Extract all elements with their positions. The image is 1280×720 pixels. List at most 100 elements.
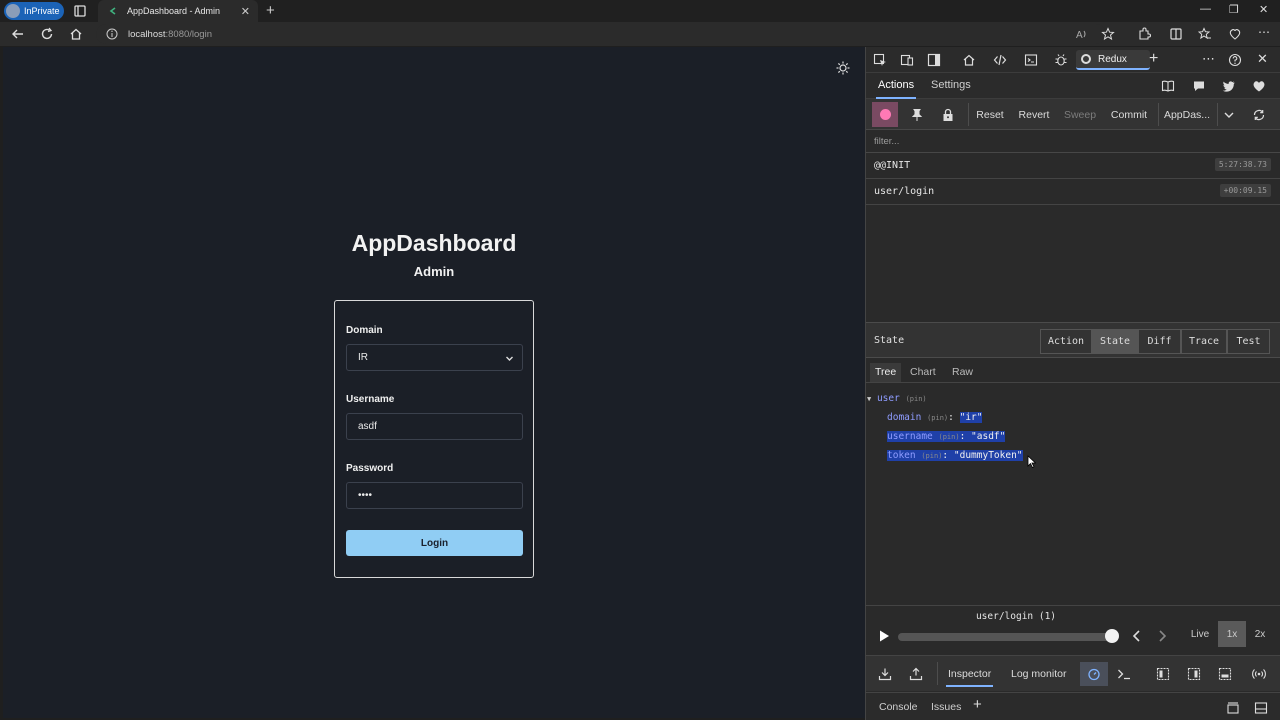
speed-2x-button[interactable]: 2x (1246, 621, 1274, 647)
devtools-drawer-tabs: Console Issues + (866, 692, 1280, 720)
tab-actions[interactable]: Actions (875, 79, 917, 99)
window-right-icon[interactable] (1187, 667, 1201, 681)
revert-button[interactable]: Revert (1014, 102, 1054, 127)
url-bar[interactable]: localhost:8080/login (96, 24, 1106, 44)
new-tab-button[interactable]: + (266, 3, 275, 19)
domain-select[interactable]: IR (346, 344, 523, 371)
pin-link[interactable]: (pin) (927, 414, 948, 422)
slider-toggle-button[interactable] (1080, 662, 1108, 686)
dock-side-icon[interactable] (927, 53, 941, 67)
add-drawer-tab-button[interactable]: + (973, 696, 982, 713)
window-bottom-icon[interactable] (1218, 667, 1232, 681)
redux-devtools-tab[interactable]: Redux (1076, 50, 1150, 70)
refresh-icon[interactable] (40, 27, 54, 41)
export-icon[interactable] (909, 667, 923, 681)
tab-tree[interactable]: Tree (870, 363, 902, 382)
welcome-home-icon[interactable] (962, 53, 976, 67)
persist-pin-icon[interactable] (910, 108, 924, 122)
pin-link[interactable]: (pin) (921, 452, 942, 460)
console-tool-icon[interactable] (1024, 53, 1038, 67)
home-icon[interactable] (69, 27, 83, 41)
password-field[interactable]: •••• (346, 482, 523, 509)
sync-refresh-icon[interactable] (1252, 108, 1266, 122)
inspect-element-icon[interactable] (873, 53, 887, 67)
step-forward-chevron-icon[interactable] (1156, 629, 1168, 643)
remote-broadcast-icon[interactable] (1252, 667, 1266, 681)
record-button[interactable] (872, 102, 898, 127)
close-devtools-icon[interactable]: ✕ (1257, 51, 1268, 67)
tree-node-user[interactable]: ▼ user (pin) (867, 393, 927, 404)
favorites-icon[interactable] (1198, 27, 1212, 41)
username-field[interactable]: asdf (346, 413, 523, 440)
theme-toggle-sun-icon[interactable] (836, 61, 850, 75)
tab-inspector[interactable]: Inspector (945, 668, 994, 687)
site-info-icon[interactable] (106, 28, 118, 40)
split-screen-icon[interactable] (1169, 27, 1183, 41)
mode-action-button[interactable]: Action (1040, 329, 1092, 354)
action-filter-input[interactable]: filter... (866, 131, 1280, 153)
expand-triangle-icon[interactable]: ▼ (867, 395, 871, 403)
lock-changes-icon[interactable] (941, 108, 955, 122)
browser-tab-active[interactable]: AppDashboard - Admin ✕ (98, 0, 258, 22)
feedback-chat-icon[interactable] (1192, 79, 1206, 93)
mode-diff-button[interactable]: Diff (1138, 329, 1181, 354)
slider-track[interactable] (898, 633, 1112, 641)
sweep-button[interactable]: Sweep (1060, 102, 1100, 127)
help-icon[interactable] (1228, 53, 1242, 67)
settings-more-icon[interactable]: ⋯ (1258, 25, 1270, 39)
reset-button[interactable]: Reset (972, 102, 1008, 127)
pin-link[interactable]: (pin) (906, 395, 927, 403)
instance-selector[interactable]: AppDas... (1162, 102, 1212, 127)
play-icon[interactable] (877, 629, 891, 643)
sponsor-heart-icon[interactable] (1252, 79, 1266, 93)
dispatcher-terminal-icon[interactable] (1117, 667, 1131, 681)
mode-test-button[interactable]: Test (1227, 329, 1270, 354)
sources-bug-icon[interactable] (1054, 53, 1068, 67)
tab-actions-icon[interactable] (73, 4, 87, 18)
browser-essentials-icon[interactable] (1228, 27, 1242, 41)
tab-settings[interactable]: Settings (931, 79, 971, 91)
favorite-star-icon[interactable] (1101, 27, 1115, 41)
close-window-button[interactable]: ✕ (1259, 3, 1268, 16)
action-list-item[interactable]: user/login +00:09.15 (866, 179, 1280, 205)
tab-close-icon[interactable]: ✕ (241, 5, 250, 18)
speed-1x-button[interactable]: 1x (1218, 621, 1246, 647)
step-back-chevron-icon[interactable] (1131, 629, 1143, 643)
login-button[interactable]: Login (346, 530, 523, 556)
pin-link[interactable]: (pin) (939, 433, 960, 441)
instance-chevron-down-icon[interactable] (1222, 108, 1236, 122)
docs-book-icon[interactable] (1161, 79, 1175, 93)
mode-state-button[interactable]: State (1092, 329, 1138, 354)
slider-thumb[interactable] (1105, 629, 1119, 643)
elements-code-icon[interactable] (993, 53, 1007, 67)
tree-entry: username (pin): "asdf" (887, 431, 1006, 442)
username-value: asdf (358, 421, 377, 432)
tree-value: "dummyToken" (953, 450, 1023, 461)
back-icon[interactable] (11, 27, 25, 41)
mode-trace-button[interactable]: Trace (1181, 329, 1227, 354)
customize-menu-icon[interactable]: ⋯ (1202, 51, 1215, 67)
url-host: localhost (128, 28, 166, 40)
tab-console[interactable]: Console (879, 701, 918, 713)
commit-button[interactable]: Commit (1106, 102, 1152, 127)
live-button[interactable]: Live (1181, 621, 1219, 647)
extensions-icon[interactable] (1137, 27, 1151, 41)
action-name: @@INIT (874, 160, 911, 171)
tab-favicon-icon (109, 7, 116, 15)
inprivate-profile-button[interactable]: InPrivate (4, 2, 64, 20)
window-left-icon[interactable] (1156, 667, 1170, 681)
read-aloud-icon[interactable]: A (1075, 27, 1089, 41)
move-to-top-icon[interactable] (1226, 701, 1240, 715)
close-drawer-icon[interactable] (1254, 701, 1268, 715)
tab-issues[interactable]: Issues (931, 701, 961, 713)
import-icon[interactable] (878, 667, 892, 681)
twitter-icon[interactable] (1222, 79, 1236, 93)
tab-chart[interactable]: Chart (905, 363, 941, 382)
action-list-item[interactable]: @@INIT 5:27:38.73 (866, 153, 1280, 179)
tab-raw[interactable]: Raw (947, 363, 978, 382)
more-tools-plus-button[interactable]: + (1149, 50, 1158, 68)
minimize-button[interactable]: — (1200, 3, 1211, 15)
maximize-button[interactable]: ❐ (1229, 3, 1239, 16)
device-emulation-icon[interactable] (900, 53, 914, 67)
tab-log-monitor[interactable]: Log monitor (1011, 668, 1066, 680)
